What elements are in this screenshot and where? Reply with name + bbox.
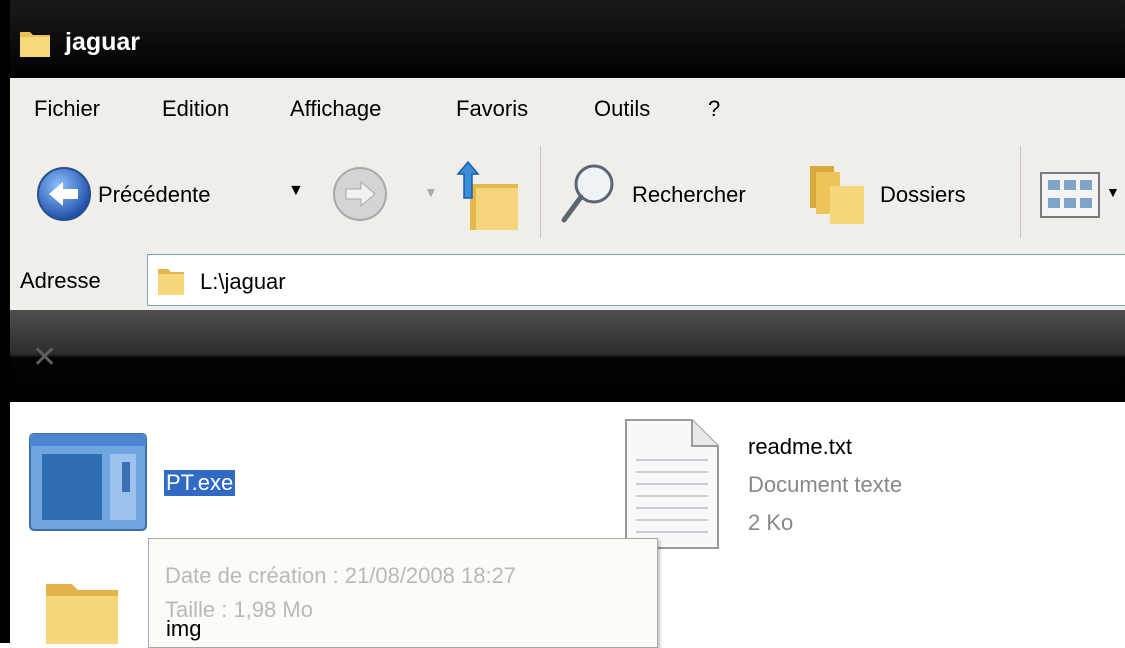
close-icon[interactable]: ✕ <box>32 340 57 375</box>
search-magnifier-icon <box>561 164 614 223</box>
file-name: img <box>166 616 202 641</box>
views-dropdown-arrow-icon: ▼ <box>1106 184 1120 200</box>
title-bar: jaguar <box>10 0 1125 78</box>
views-button[interactable]: ▼ <box>1040 172 1125 218</box>
text-document-icon <box>625 419 719 549</box>
back-dropdown-arrow-icon[interactable]: ▼ <box>288 182 304 200</box>
menu-edition[interactable]: Edition <box>162 96 229 122</box>
back-button[interactable]: Précédente ▼ <box>36 166 306 222</box>
menu-outils[interactable]: Outils <box>594 96 650 122</box>
file-name: PT.exe <box>164 470 236 496</box>
search-button[interactable]: Rechercher <box>558 160 780 230</box>
file-size: 2 Ko <box>748 510 794 535</box>
list-item[interactable]: PT.exe <box>28 432 278 532</box>
toolbar-separator <box>1020 146 1021 238</box>
menu-help[interactable]: ? <box>708 96 720 122</box>
search-button-label: Rechercher <box>632 182 746 207</box>
address-value: L:\jaguar <box>200 269 286 294</box>
file-name: readme.txt <box>748 434 852 459</box>
menu-fichier[interactable]: Fichier <box>34 96 100 122</box>
address-bar: Adresse L:\jaguar <box>10 250 1125 311</box>
back-button-label: Précédente <box>98 182 211 207</box>
window-left-edge <box>0 0 10 643</box>
menu-bar: Fichier Edition Affichage Favoris Outils… <box>10 78 1125 139</box>
forward-button[interactable]: ▼ <box>332 166 442 222</box>
menu-favoris[interactable]: Favoris <box>456 96 528 122</box>
window-title: jaguar <box>65 28 141 56</box>
list-item[interactable]: readme.txt Document texte 2 Ko <box>622 416 1022 556</box>
folder-icon <box>46 584 118 644</box>
file-type: Document texte <box>748 472 903 497</box>
info-bar: ✕ <box>10 310 1125 402</box>
menu-affichage[interactable]: Affichage <box>290 96 381 122</box>
folders-icon <box>810 166 864 224</box>
address-label: Adresse <box>20 268 101 293</box>
folders-button-label: Dossiers <box>880 182 966 207</box>
back-arrow-icon <box>37 167 91 221</box>
forward-arrow-icon <box>333 167 387 221</box>
folder-icon <box>158 269 184 295</box>
tooltip-creation-date: Date de création : 21/08/2008 18:27 <box>165 563 517 588</box>
application-icon <box>29 433 147 531</box>
folders-button[interactable]: Dossiers <box>806 160 1006 230</box>
address-input[interactable]: L:\jaguar <box>147 254 1125 306</box>
toolbar: Précédente ▼ ▼ Rechercher Dossiers ▼ <box>10 138 1125 251</box>
views-grid-icon <box>1040 172 1100 218</box>
toolbar-separator <box>540 146 541 238</box>
folder-icon <box>20 32 50 57</box>
file-tooltip: Date de création : 21/08/2008 18:27 Tail… <box>148 538 658 648</box>
folder-up-icon[interactable] <box>456 158 528 236</box>
forward-dropdown-arrow-icon: ▼ <box>424 184 438 200</box>
